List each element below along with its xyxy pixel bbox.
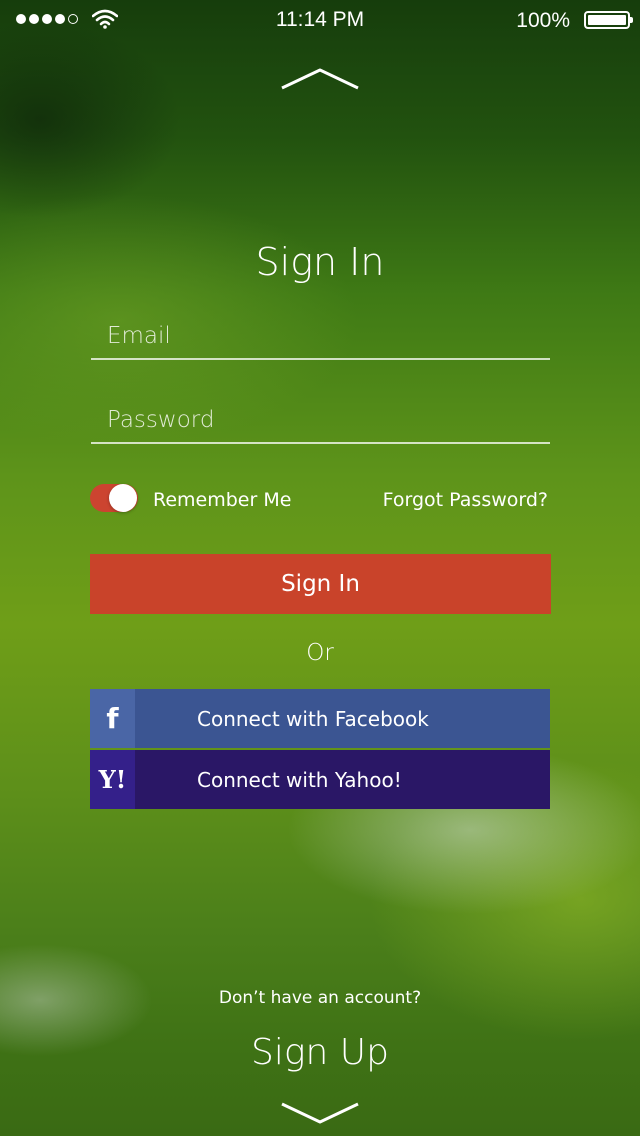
email-field[interactable] [91, 314, 550, 360]
yahoo-icon: Y! [90, 750, 135, 809]
sign-in-button[interactable]: Sign In [90, 554, 551, 614]
facebook-icon-glyph: f [106, 701, 119, 735]
battery-icon [584, 11, 633, 29]
facebook-connect-button[interactable]: f Connect with Facebook [90, 689, 550, 748]
sign-up-link[interactable]: Sign Up [0, 1032, 640, 1073]
facebook-connect-label: Connect with Facebook [197, 706, 429, 731]
or-divider-text: Or [306, 640, 334, 666]
chevron-down-icon[interactable] [280, 1100, 360, 1126]
toggle-knob [109, 484, 137, 512]
facebook-icon: f [90, 689, 135, 748]
email-input[interactable] [91, 314, 550, 358]
forgot-password-link[interactable]: Forgot Password? [383, 489, 548, 511]
remember-me-toggle[interactable] [90, 484, 138, 512]
yahoo-connect-label: Connect with Yahoo! [197, 767, 402, 792]
yahoo-icon-glyph: Y! [98, 764, 127, 794]
password-input[interactable] [91, 398, 550, 442]
battery-percent: 100% [516, 9, 570, 32]
no-account-prompt: Don’t have an account? [218, 988, 422, 1008]
status-bar: 11:14 PM 100% [0, 0, 640, 40]
yahoo-connect-button[interactable]: Y! Connect with Yahoo! [90, 750, 550, 809]
chevron-up-icon[interactable] [280, 66, 360, 92]
remember-me-label: Remember Me [153, 489, 292, 511]
password-field[interactable] [91, 398, 550, 444]
page-title: Sign In [255, 240, 385, 284]
